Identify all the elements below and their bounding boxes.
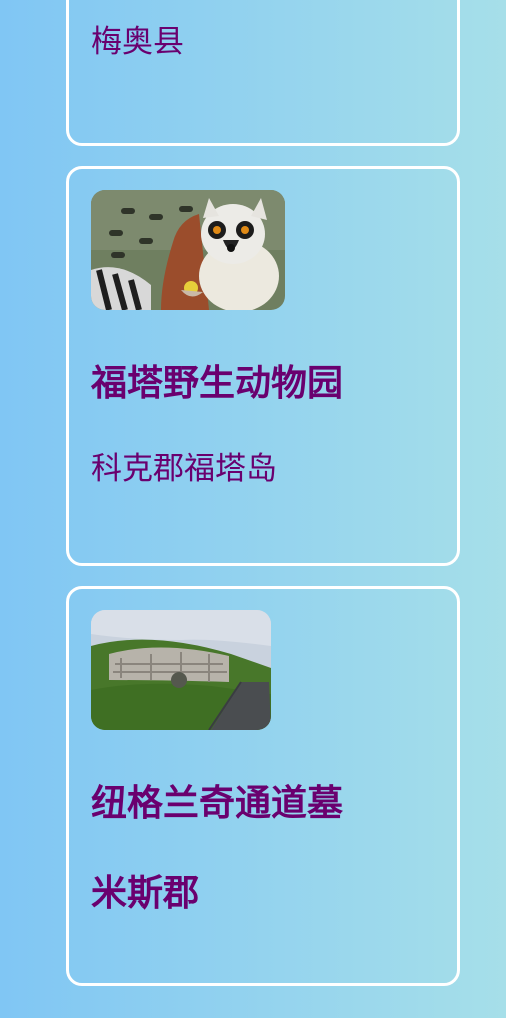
- lemur-image: [91, 190, 285, 310]
- card-location: 科克郡福塔岛: [91, 451, 277, 487]
- attraction-card[interactable]: 纽格兰奇通道墓 米斯郡: [66, 586, 460, 986]
- attraction-card[interactable]: 梅奥县: [66, 0, 460, 146]
- attraction-card[interactable]: 福塔野生动物园 科克郡福塔岛: [66, 166, 460, 566]
- card-title[interactable]: 纽格兰奇通道墓: [91, 782, 343, 826]
- card-location: 梅奥县: [91, 24, 184, 60]
- card-title[interactable]: 福塔野生动物园: [91, 362, 343, 406]
- passage-tomb-image: [91, 610, 271, 730]
- card-location: 米斯郡: [91, 873, 200, 914]
